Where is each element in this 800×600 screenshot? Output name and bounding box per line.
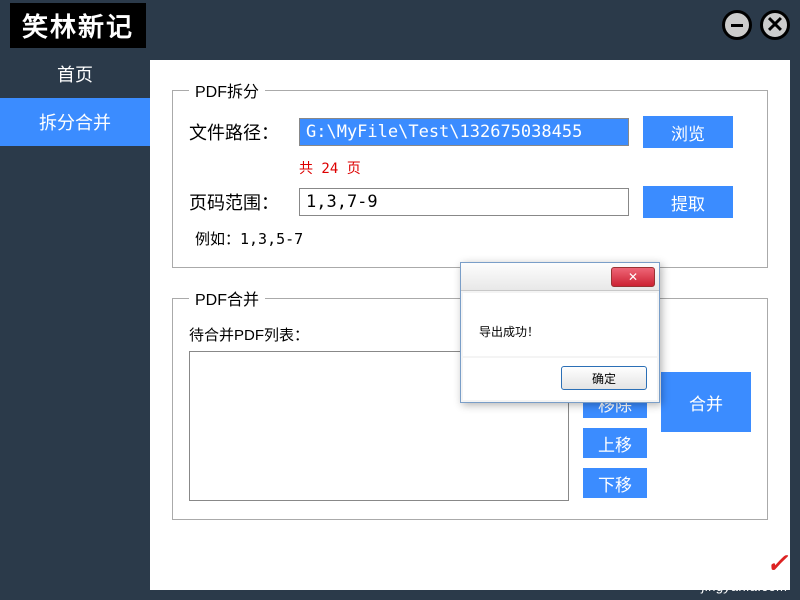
minimize-icon [731,24,743,27]
browse-button[interactable]: 浏览 [643,116,733,148]
move-down-button[interactable]: 下移 [583,468,647,498]
close-button[interactable]: ✕ [760,10,790,40]
dialog-message: 导出成功！ [479,325,539,339]
sidebar-item-label: 首页 [57,61,93,87]
sidebar-item-split-merge[interactable]: 拆分合并 [0,98,150,146]
check-icon: ✓ [766,548,788,579]
watermark-domain: jingyanla.com [696,579,788,594]
range-input[interactable] [299,188,629,216]
minimize-button[interactable] [722,10,752,40]
range-label: 页码范围： [189,189,299,215]
app-logo: 笑林新记 [10,3,146,48]
dialog-body: 导出成功！ [463,293,657,356]
path-label: 文件路径： [189,119,299,145]
sidebar-item-label: 拆分合并 [39,109,111,135]
dialog-close-button[interactable]: ✕ [611,267,655,287]
split-group: PDF拆分 文件路径： 浏览 共 24 页 页码范围： 提取 例如：1,3,5-… [172,78,768,268]
merge-button[interactable]: 合并 [661,372,751,432]
watermark: 经验啦 ✓ jingyanla.com [696,547,788,594]
merge-legend: PDF合并 [189,286,265,310]
sidebar: 首页 拆分合并 [0,50,150,600]
split-legend: PDF拆分 [189,78,265,102]
window-controls: ✕ [722,10,790,40]
dialog-titlebar: ✕ [461,263,659,291]
dialog-footer: 确定 [463,358,657,400]
main-area: 首页 拆分合并 PDF拆分 文件路径： 浏览 共 24 页 页码范围： 提取 例… [0,50,800,600]
message-dialog: ✕ 导出成功！ 确定 [460,262,660,403]
extract-button[interactable]: 提取 [643,186,733,218]
close-icon: ✕ [766,12,784,38]
dialog-ok-button[interactable]: 确定 [561,366,647,390]
watermark-brand-row: 经验啦 ✓ [696,547,788,579]
move-up-button[interactable]: 上移 [583,428,647,458]
path-row: 文件路径： 浏览 [189,116,751,148]
path-input[interactable] [299,118,629,146]
watermark-brand: 经验啦 [696,547,762,579]
sidebar-item-home[interactable]: 首页 [0,50,150,98]
page-count: 共 24 页 [299,158,751,178]
range-row: 页码范围： 提取 [189,186,751,218]
close-icon: ✕ [628,270,638,284]
titlebar: 笑林新记 ✕ [0,0,800,50]
range-example: 例如：1,3,5-7 [195,228,751,249]
